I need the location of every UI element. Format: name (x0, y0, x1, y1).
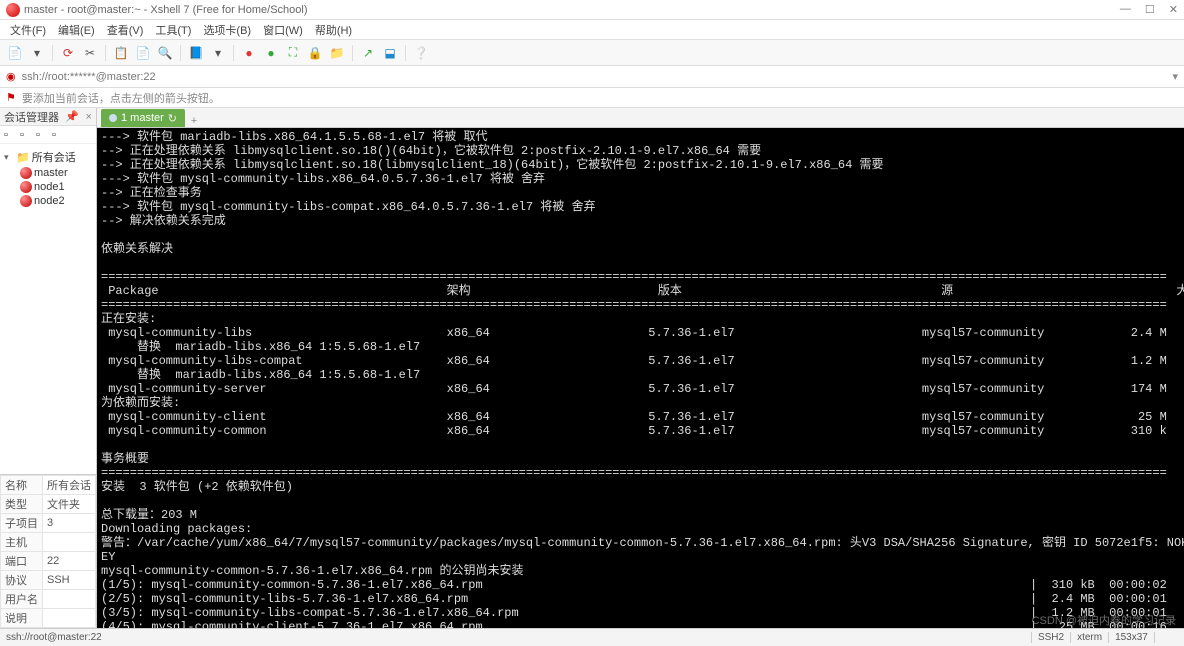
side-btn3[interactable]: ▫ (36, 129, 48, 141)
sidebar-title: 会话管理器 (4, 109, 59, 125)
menu-tabs[interactable]: 选项卡(B) (203, 22, 251, 38)
help-icon[interactable]: ❔ (412, 44, 430, 62)
properties-panel: 名称所有会话类型文件夹子项目3主机端口22协议SSH用户名说明 (0, 474, 96, 628)
window-title: master - root@master:~ - Xshell 7 (Free … (24, 4, 1120, 16)
fullscreen-icon[interactable]: ⛶ (284, 44, 302, 62)
menu-tools[interactable]: 工具(T) (155, 22, 191, 38)
color2-icon[interactable]: ● (262, 44, 280, 62)
session-tree: ▾ 📁 所有会话 master node1 node2 (0, 144, 96, 474)
prop-row: 子项目3 (1, 514, 96, 533)
collapse-icon[interactable]: ▾ (4, 152, 14, 163)
address-dropdown-icon[interactable]: ▾ (1172, 70, 1178, 83)
prop-row: 说明 (1, 609, 96, 628)
tool2-icon[interactable]: ⬓ (381, 44, 399, 62)
tool1-icon[interactable]: ↗ (359, 44, 377, 62)
status-size: 153x37 (1108, 632, 1154, 643)
lock-icon[interactable]: 🔒 (306, 44, 324, 62)
hint-text: 要添加当前会话，点击左侧的箭头按钮。 (22, 90, 220, 106)
prop-row: 名称所有会话 (1, 476, 96, 495)
menu-file[interactable]: 文件(F) (10, 22, 46, 38)
props-icon[interactable]: 📘 (187, 44, 205, 62)
copy-icon[interactable]: 📋 (112, 44, 130, 62)
prop-row: 主机 (1, 533, 96, 552)
color1-icon[interactable]: ● (240, 44, 258, 62)
minimize-icon[interactable]: — (1120, 3, 1131, 16)
maximize-icon[interactable]: ☐ (1145, 3, 1155, 16)
menu-help[interactable]: 帮助(H) (315, 22, 352, 38)
reconnect-icon[interactable]: ⟳ (59, 44, 77, 62)
side-btn4[interactable]: ▫ (52, 129, 64, 141)
toolbar: 📄 ▾ ⟳ ✂ 📋 📄 🔍 📘 ▾ ● ● ⛶ 🔒 📁 ↗ ⬓ ❔ (0, 40, 1184, 66)
tree-node-node1[interactable]: node1 (2, 180, 94, 194)
flag-icon: ⚑ (6, 91, 16, 104)
prop-row: 协议SSH (1, 571, 96, 590)
tree-root[interactable]: ▾ 📁 所有会话 (2, 148, 94, 166)
tab-master[interactable]: 1 master ↻ (101, 109, 185, 127)
node-icon (20, 195, 32, 207)
find-icon[interactable]: 🔍 (156, 44, 174, 62)
prop-row: 用户名 (1, 590, 96, 609)
new-icon[interactable]: 📄 (6, 44, 24, 62)
menu-window[interactable]: 窗口(W) (263, 22, 303, 38)
node-label: node2 (34, 195, 65, 207)
status-term: xterm (1070, 632, 1108, 643)
app-icon (6, 3, 20, 17)
address-text[interactable]: ssh://root:******@master:22 (22, 71, 1167, 83)
addressbar: ◉ ssh://root:******@master:22 ▾ (0, 66, 1184, 88)
tab-reconnect-icon[interactable]: ↻ (168, 112, 177, 125)
close-icon[interactable]: ✕ (1169, 3, 1178, 16)
status-left: ssh://root@master:22 (6, 632, 1031, 643)
tab-status-icon (109, 114, 117, 122)
tree-node-master[interactable]: master (2, 166, 94, 180)
menu-view[interactable]: 查看(V) (107, 22, 144, 38)
status-ssh: SSH2 (1031, 632, 1070, 643)
menubar: 文件(F) 编辑(E) 查看(V) 工具(T) 选项卡(B) 窗口(W) 帮助(… (0, 20, 1184, 40)
side-btn1[interactable]: ▫ (4, 129, 16, 141)
sidebar-toolbar: ▫ ▫ ▫ ▫ (0, 126, 96, 144)
side-btn2[interactable]: ▫ (20, 129, 32, 141)
watermark: CSDN @被迫内卷的学习记录 (1032, 612, 1176, 628)
menu-edit[interactable]: 编辑(E) (58, 22, 95, 38)
hintbar: ⚑ 要添加当前会话，点击左侧的箭头按钮。 (0, 88, 1184, 108)
node-label: master (34, 167, 68, 179)
session-icon: ◉ (6, 70, 16, 83)
tree-node-node2[interactable]: node2 (2, 194, 94, 208)
tree-root-label: 所有会话 (32, 149, 76, 165)
paste-icon[interactable]: 📄 (134, 44, 152, 62)
dropdown2-icon[interactable]: ▾ (209, 44, 227, 62)
disconnect-icon[interactable]: ✂ (81, 44, 99, 62)
prop-row: 端口22 (1, 552, 96, 571)
dropdown-icon[interactable]: ▾ (28, 44, 46, 62)
terminal[interactable]: ---> 软件包 mariadb-libs.x86_64.1.5.5.68-1.… (97, 128, 1184, 628)
node-label: node1 (34, 181, 65, 193)
folder-icon: 📁 (16, 151, 30, 164)
node-icon (20, 167, 32, 179)
statusbar: ssh://root@master:22 SSH2 xterm 153x37 (0, 628, 1184, 646)
sidebar-close-icon[interactable]: × (86, 111, 92, 123)
folder-icon[interactable]: 📁 (328, 44, 346, 62)
prop-row: 类型文件夹 (1, 495, 96, 514)
tabs: 1 master ↻ + (97, 108, 1184, 128)
tab-add[interactable]: + (185, 115, 203, 127)
titlebar: master - root@master:~ - Xshell 7 (Free … (0, 0, 1184, 20)
sidebar: 会话管理器 📌 × ▫ ▫ ▫ ▫ ▾ 📁 所有会话 master node1 (0, 108, 97, 628)
status-extra (1154, 632, 1178, 643)
sidebar-pin-icon[interactable]: 📌 (65, 110, 79, 123)
tab-label: 1 master (121, 112, 164, 124)
node-icon (20, 181, 32, 193)
